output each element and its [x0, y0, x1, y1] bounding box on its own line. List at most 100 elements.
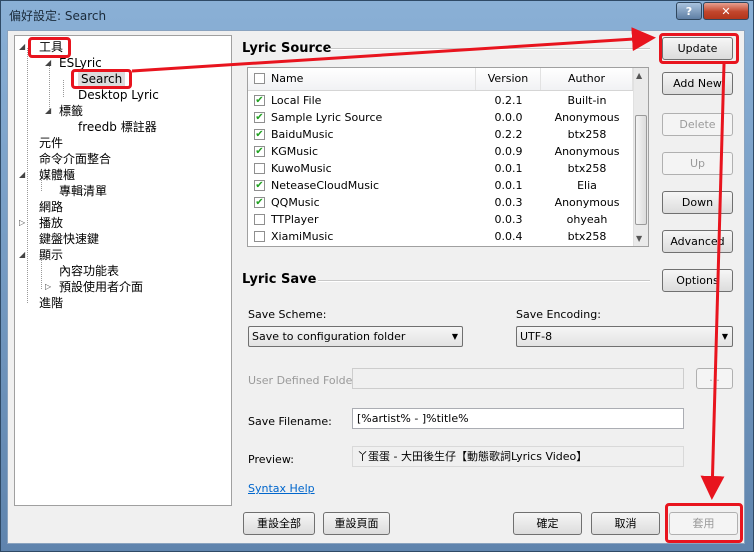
- tree-connector: [63, 80, 64, 97]
- apply-button[interactable]: 套用: [669, 512, 738, 535]
- reset-page-button[interactable]: 重設頁面: [323, 512, 390, 535]
- tree-item-freedb-tagger[interactable]: freedb 標註器: [78, 119, 157, 135]
- column-version[interactable]: Version: [476, 68, 541, 90]
- save-encoding-label: Save Encoding:: [516, 308, 601, 321]
- select-all-checkbox[interactable]: [254, 73, 265, 84]
- row-name: QQMusic: [271, 196, 320, 209]
- row-version: 0.0.1: [494, 179, 523, 192]
- table-row[interactable]: ✔ KGMusic 0.0.9 Anonymous: [248, 143, 633, 160]
- row-checkbox[interactable]: [254, 163, 265, 174]
- row-checkbox[interactable]: [254, 231, 265, 242]
- tree-item-eslyric[interactable]: ESLyric: [59, 55, 102, 71]
- row-checkbox[interactable]: [254, 214, 265, 225]
- row-name: BaiduMusic: [271, 128, 334, 141]
- preview-label: Preview:: [248, 453, 294, 466]
- lyric-save-title: Lyric Save: [242, 272, 317, 287]
- user-defined-folder-input[interactable]: [352, 368, 684, 389]
- row-version: 0.0.3: [494, 196, 523, 209]
- options-button[interactable]: Options: [662, 269, 733, 292]
- row-name: XiamiMusic: [271, 230, 334, 243]
- row-version: 0.2.2: [494, 128, 523, 141]
- tree-item-networking[interactable]: 網路: [39, 199, 63, 215]
- tree-item-shell-integration[interactable]: 命令介面整合: [39, 151, 111, 167]
- syntax-help-link[interactable]: Syntax Help: [248, 482, 315, 495]
- row-checkbox[interactable]: ✔: [254, 197, 265, 208]
- row-checkbox[interactable]: ✔: [254, 112, 265, 123]
- down-button[interactable]: Down: [662, 191, 733, 214]
- tree-item-tags[interactable]: 標籤: [59, 103, 83, 119]
- scroll-thumb[interactable]: [635, 115, 647, 225]
- row-checkbox[interactable]: ✔: [254, 129, 265, 140]
- collapse-icon[interactable]: ◢: [19, 39, 25, 55]
- row-checkbox[interactable]: ✔: [254, 180, 265, 191]
- list-scrollbar[interactable]: ▲ ▼: [633, 68, 648, 246]
- table-row[interactable]: ✔ NeteaseCloudMusic 0.0.1 Elia: [248, 177, 633, 194]
- row-author: ohyeah: [566, 213, 608, 226]
- help-button[interactable]: ?: [676, 2, 702, 20]
- table-row[interactable]: ✔ Local File 0.2.1 Built-in: [248, 92, 633, 109]
- delete-button[interactable]: Delete: [662, 113, 733, 136]
- ok-button[interactable]: 確定: [513, 512, 582, 535]
- collapse-icon[interactable]: ◢: [45, 103, 51, 119]
- table-row[interactable]: ✔ BaiduMusic 0.2.2 btx258: [248, 126, 633, 143]
- row-checkbox[interactable]: ✔: [254, 146, 265, 157]
- tree-item-media-library[interactable]: 媒體櫃: [39, 167, 75, 183]
- table-row[interactable]: KuwoMusic 0.0.1 btx258: [248, 160, 633, 177]
- tree-item-tools[interactable]: 工具: [39, 39, 63, 55]
- section-divider: [318, 280, 650, 282]
- row-checkbox[interactable]: ✔: [254, 95, 265, 106]
- expand-icon[interactable]: ▷: [19, 215, 25, 231]
- scroll-up-icon[interactable]: ▲: [636, 71, 642, 80]
- tree-item-keyboard-shortcuts[interactable]: 鍵盤快速鍵: [39, 231, 99, 247]
- tree-item-advanced[interactable]: 進階: [39, 295, 63, 311]
- save-encoding-select[interactable]: UTF-8 ▼: [516, 326, 733, 347]
- tree-item-album-list[interactable]: 專輯清單: [59, 183, 107, 199]
- row-author: btx258: [567, 162, 607, 175]
- expand-icon[interactable]: ▷: [45, 279, 51, 295]
- row-author: Anonymous: [554, 145, 620, 158]
- window-title: 偏好設定: Search: [9, 9, 107, 23]
- add-new-button[interactable]: Add New: [662, 72, 733, 95]
- row-name: Sample Lyric Source: [271, 111, 383, 124]
- save-scheme-value: Save to configuration folder: [252, 330, 406, 343]
- column-name-label: Name: [271, 72, 304, 85]
- tree-item-context-menu[interactable]: 內容功能表: [59, 263, 119, 279]
- save-scheme-select[interactable]: Save to configuration folder ▼: [248, 326, 463, 347]
- table-row[interactable]: ✔ QQMusic 0.0.3 Anonymous: [248, 194, 633, 211]
- collapse-icon[interactable]: ◢: [19, 167, 25, 183]
- tree-item-desktop-lyric[interactable]: Desktop Lyric: [78, 87, 159, 103]
- table-row[interactable]: ✔ Sample Lyric Source 0.0.0 Anonymous: [248, 109, 633, 126]
- column-name[interactable]: Name: [248, 68, 476, 90]
- row-author: btx258: [567, 128, 607, 141]
- close-button[interactable]: ✕: [703, 2, 749, 20]
- lyric-source-title: Lyric Source: [242, 41, 332, 56]
- save-filename-input[interactable]: [%artist% - ]%title%: [352, 408, 684, 429]
- column-author[interactable]: Author: [541, 68, 633, 90]
- row-author: btx258: [567, 230, 607, 243]
- row-name: Local File: [271, 94, 322, 107]
- scroll-down-icon[interactable]: ▼: [636, 234, 642, 243]
- browse-folder-button[interactable]: ...: [696, 368, 733, 389]
- advanced-button[interactable]: Advanced: [662, 230, 733, 253]
- tree-item-default-ui[interactable]: 預設使用者介面: [59, 279, 143, 295]
- table-row[interactable]: TTPlayer 0.0.3 ohyeah: [248, 211, 633, 228]
- row-version: 0.0.1: [494, 162, 523, 175]
- up-button[interactable]: Up: [662, 152, 733, 175]
- update-button[interactable]: Update: [662, 37, 733, 60]
- chevron-down-icon: ▼: [451, 332, 458, 341]
- tree-item-components[interactable]: 元件: [39, 135, 63, 151]
- row-version: 0.2.1: [494, 94, 523, 107]
- cancel-button[interactable]: 取消: [591, 512, 660, 535]
- collapse-icon[interactable]: ◢: [45, 55, 51, 71]
- row-name: KGMusic: [271, 145, 319, 158]
- row-name: NeteaseCloudMusic: [271, 179, 380, 192]
- collapse-icon[interactable]: ◢: [19, 247, 25, 263]
- preview-value: 丫蛋蛋 - 大田後生仔【動態歌詞Lyrics Video】: [352, 446, 684, 467]
- tree-item-playback[interactable]: 播放: [39, 215, 63, 231]
- lyric-source-list: Name Version Author ✔ Local File 0.2.1 Buil…: [247, 67, 649, 247]
- tree-item-search[interactable]: Search: [78, 71, 126, 87]
- reset-all-button[interactable]: 重設全部: [243, 512, 315, 535]
- tree-item-display[interactable]: 顯示: [39, 247, 63, 263]
- table-row[interactable]: XiamiMusic 0.0.4 btx258: [248, 228, 633, 245]
- row-name: TTPlayer: [271, 213, 319, 226]
